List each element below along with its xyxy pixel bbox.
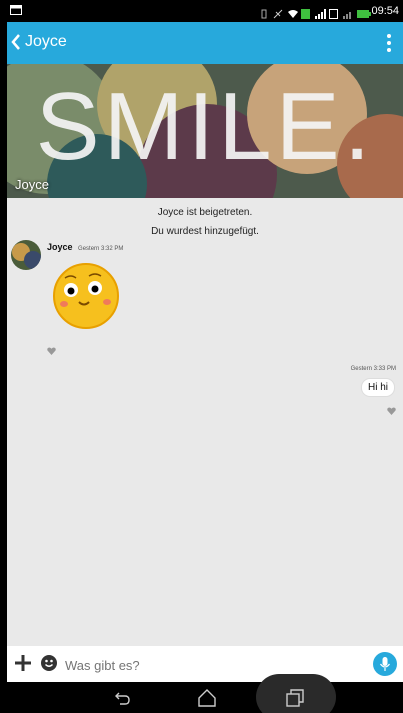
status-bar: 09:54 xyxy=(0,0,403,22)
app-screen: 09:54 Joyce SMILE. Joyce Joyce ist beige… xyxy=(0,0,403,713)
chat-area[interactable]: Joyce ist beigetreten. Du wurdest hinzug… xyxy=(7,198,403,646)
system-nav-bar xyxy=(0,674,403,713)
like-heart-icon[interactable] xyxy=(47,347,56,355)
composer-bar xyxy=(7,646,403,682)
microphone-icon xyxy=(379,657,391,671)
status-time: 09:54 xyxy=(371,5,399,17)
emoji-icon[interactable] xyxy=(41,655,57,671)
signal-2-icon xyxy=(343,6,353,19)
outgoing-timestamp: Gestern 3:33 PM xyxy=(350,366,396,372)
back-nav-icon[interactable] xyxy=(110,686,134,710)
overflow-menu-icon[interactable] xyxy=(387,34,391,52)
wifi-icon xyxy=(287,6,299,18)
outgoing-message-bubble[interactable]: Hi hi xyxy=(360,378,395,397)
sender-line: Joyce Gestern 3:32 PM xyxy=(47,242,123,252)
back-button[interactable]: Joyce xyxy=(11,32,67,52)
message-timestamp: Gestern 3:32 PM xyxy=(78,246,124,252)
mic-button[interactable] xyxy=(373,652,397,676)
avatar[interactable] xyxy=(11,240,41,270)
vibrate-icon xyxy=(259,6,269,19)
message-input[interactable] xyxy=(63,652,367,678)
smiley-sticker[interactable] xyxy=(51,258,121,334)
sim2-icon xyxy=(329,6,339,19)
sim1-icon xyxy=(301,6,311,19)
group-banner-image[interactable]: SMILE. Joyce xyxy=(7,64,403,198)
sender-name: Joyce xyxy=(47,242,73,252)
signal-icon xyxy=(315,6,327,19)
system-message-joined: Joyce ist beigetreten. xyxy=(157,207,253,218)
banner-photo: SMILE. xyxy=(7,64,403,198)
home-nav-icon[interactable] xyxy=(195,686,219,710)
banner-text: SMILE. xyxy=(36,73,375,180)
like-heart-icon-outgoing[interactable] xyxy=(387,407,396,415)
chat-title: Joyce xyxy=(25,33,67,50)
chevron-left-icon xyxy=(11,34,20,50)
mute-icon xyxy=(273,6,283,19)
banner-name: Joyce xyxy=(15,177,49,192)
system-message-added: Du wurdest hinzugefügt. xyxy=(151,226,259,237)
app-bar: Joyce xyxy=(7,22,403,64)
notification-icon xyxy=(10,5,22,15)
add-attachment-icon[interactable] xyxy=(13,653,33,673)
battery-icon xyxy=(357,6,372,18)
recent-apps-icon[interactable] xyxy=(283,686,307,710)
